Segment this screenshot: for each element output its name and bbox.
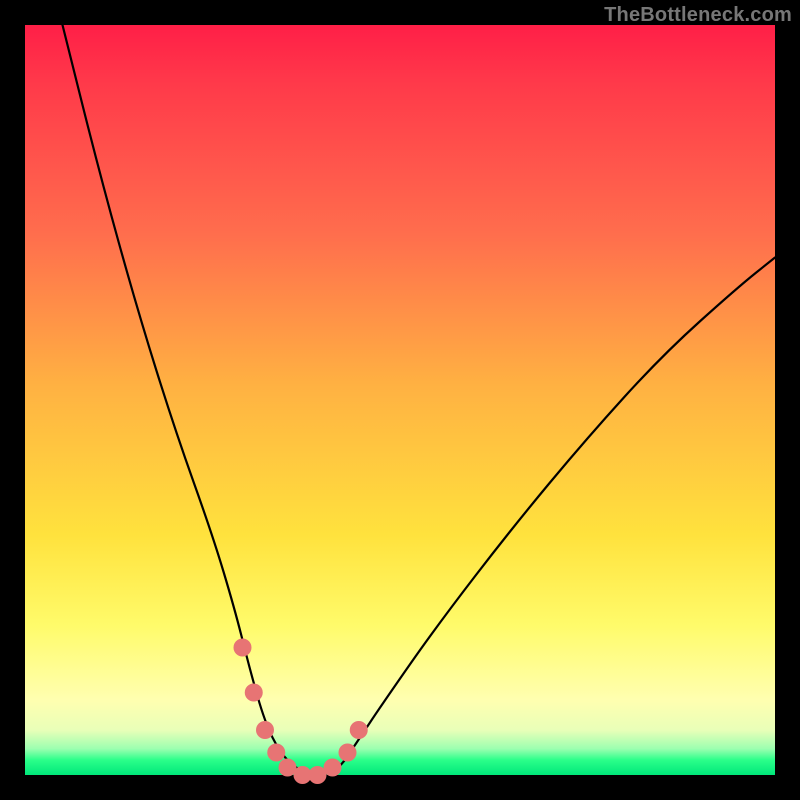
watermark-text: TheBottleneck.com [604, 4, 792, 27]
curve-layer [25, 25, 775, 775]
chart-frame: TheBottleneck.com [0, 0, 800, 800]
plot-area [25, 25, 775, 775]
marker-point [245, 684, 263, 702]
marker-point [267, 744, 285, 762]
marker-point [350, 721, 368, 739]
highlighted-points [234, 639, 368, 785]
marker-point [234, 639, 252, 657]
bottleneck-curve [63, 25, 776, 775]
marker-point [256, 721, 274, 739]
marker-point [339, 744, 357, 762]
marker-point [324, 759, 342, 777]
